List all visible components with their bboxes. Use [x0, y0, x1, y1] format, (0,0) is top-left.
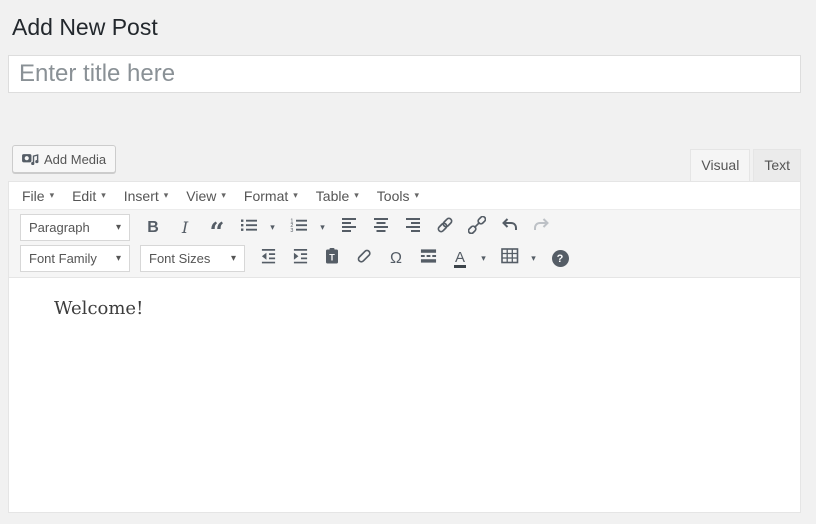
paste-as-text-icon: T — [323, 247, 341, 270]
menu-table-label: Table — [315, 187, 350, 204]
chevron-down-icon: ▾ — [230, 253, 236, 264]
undo-button[interactable] — [494, 214, 524, 242]
text-color-options-button[interactable]: ▾ — [474, 245, 493, 273]
bold-icon: B — [147, 218, 159, 236]
chevron-down-icon: ▾ — [49, 190, 55, 200]
text-color-icon: A — [453, 248, 466, 268]
italic-icon: I — [181, 218, 189, 237]
chevron-down-icon: ▾ — [293, 190, 298, 200]
menu-file-label: File — [22, 187, 45, 204]
tab-visual[interactable]: Visual — [690, 149, 751, 181]
table-icon — [501, 248, 519, 269]
paragraph-format-value: Paragraph — [29, 220, 90, 235]
chevron-down-icon: ▾ — [481, 253, 486, 263]
outdent-button[interactable] — [253, 245, 283, 273]
undo-icon — [501, 217, 518, 238]
bullet-list-button[interactable] — [234, 214, 264, 242]
read-more-icon — [420, 248, 437, 269]
menu-table[interactable]: Table ▾ — [307, 184, 368, 208]
bullet-list-options-button[interactable]: ▾ — [263, 214, 282, 242]
font-family-dropdown[interactable]: Font Family ▾ — [20, 245, 130, 272]
menu-format-label: Format — [243, 187, 289, 204]
chevron-down-icon: ▾ — [115, 253, 121, 264]
insert-link-button[interactable] — [430, 214, 460, 242]
chevron-down-icon: ▾ — [320, 222, 325, 232]
redo-button[interactable] — [526, 214, 556, 242]
outdent-icon — [260, 248, 277, 269]
add-media-label: Add Media — [44, 151, 107, 167]
align-left-icon — [341, 217, 357, 238]
menu-file[interactable]: File ▾ — [13, 184, 63, 208]
unlink-icon — [467, 215, 487, 239]
editor-container: File ▾ Edit ▾ Insert ▾ View ▾ Format ▾ T… — [8, 181, 801, 513]
table-options-button[interactable]: ▾ — [524, 245, 543, 273]
svg-text:T: T — [329, 253, 335, 263]
chevron-down-icon: ▾ — [163, 190, 169, 200]
toolbar-row-1: Paragraph ▾ B I “ ▾ 1 2 3 ▾ — [9, 212, 800, 248]
paragraph-format-dropdown[interactable]: Paragraph ▾ — [20, 214, 130, 241]
editor-content-area[interactable]: Welcome! — [9, 278, 800, 512]
font-family-value: Font Family — [29, 251, 97, 266]
italic-button[interactable]: I — [170, 214, 200, 242]
numbered-list-options-button[interactable]: ▾ — [313, 214, 332, 242]
chevron-down-icon: ▾ — [414, 190, 420, 200]
post-title-input[interactable] — [8, 55, 801, 93]
indent-icon — [292, 248, 309, 269]
align-center-icon — [373, 217, 389, 238]
font-sizes-dropdown[interactable]: Font Sizes ▾ — [140, 245, 245, 272]
toolbar-row-2: Font Family ▾ Font Sizes ▾ T Ω A ▾ ▾ ? — [9, 243, 800, 274]
editor-toolbars: Paragraph ▾ B I “ ▾ 1 2 3 ▾ Font Family … — [9, 210, 800, 278]
chevron-down-icon: ▾ — [354, 190, 359, 200]
align-right-button[interactable] — [398, 214, 428, 242]
omega-icon: Ω — [390, 249, 402, 267]
text-color-button[interactable]: A — [445, 245, 475, 273]
menu-format[interactable]: Format ▾ — [235, 184, 307, 208]
blockquote-button[interactable]: “ — [202, 214, 232, 248]
redo-icon — [533, 217, 550, 238]
table-button[interactable] — [495, 245, 525, 273]
indent-button[interactable] — [285, 245, 315, 273]
editor-paragraph: Welcome! — [54, 298, 144, 319]
chevron-down-icon: ▾ — [101, 190, 106, 200]
chevron-down-icon: ▾ — [531, 253, 536, 263]
blockquote-icon: “ — [209, 217, 225, 248]
menu-edit[interactable]: Edit ▾ — [63, 184, 115, 208]
insert-read-more-button[interactable] — [413, 245, 443, 273]
menu-tools-label: Tools — [376, 187, 410, 204]
add-new-post-page: Add New Post Add Media Visual Text Fil — [0, 12, 816, 513]
page-title: Add New Post — [12, 14, 158, 40]
editor-menubar: File ▾ Edit ▾ Insert ▾ View ▾ Format ▾ T… — [9, 182, 800, 210]
numbered-list-icon: 1 2 3 — [290, 218, 308, 237]
media-icon — [22, 152, 39, 167]
paste-as-text-button[interactable]: T — [317, 245, 347, 273]
menu-edit-label: Edit — [72, 187, 97, 204]
chevron-down-icon: ▾ — [221, 190, 226, 200]
help-icon: ? — [551, 250, 569, 267]
remove-link-button[interactable] — [462, 214, 492, 242]
bullet-list-icon — [240, 218, 258, 237]
bold-button[interactable]: B — [138, 214, 168, 242]
align-left-button[interactable] — [334, 214, 364, 242]
font-sizes-value: Font Sizes — [149, 251, 211, 266]
menu-view[interactable]: View ▾ — [177, 184, 235, 208]
eraser-icon — [355, 247, 373, 270]
add-media-button[interactable]: Add Media — [12, 145, 117, 173]
tab-text[interactable]: Text — [753, 149, 801, 181]
menu-view-label: View — [186, 187, 217, 204]
link-icon — [436, 216, 454, 239]
clear-formatting-button[interactable] — [349, 245, 379, 273]
editor-top-bar: Add Media Visual Text — [8, 145, 801, 181]
align-right-icon — [405, 217, 421, 238]
align-center-button[interactable] — [366, 214, 396, 242]
editor-mode-tabs: Visual Text — [687, 149, 801, 181]
menu-tools[interactable]: Tools ▾ — [368, 184, 428, 208]
chevron-down-icon: ▾ — [270, 222, 275, 232]
numbered-list-button[interactable]: 1 2 3 — [284, 214, 314, 242]
menu-insert-label: Insert — [123, 187, 159, 204]
svg-text:3: 3 — [290, 228, 293, 232]
help-button[interactable]: ? — [545, 245, 575, 273]
chevron-down-icon: ▾ — [115, 222, 121, 233]
menu-insert[interactable]: Insert ▾ — [115, 184, 178, 208]
special-character-button[interactable]: Ω — [381, 245, 411, 273]
